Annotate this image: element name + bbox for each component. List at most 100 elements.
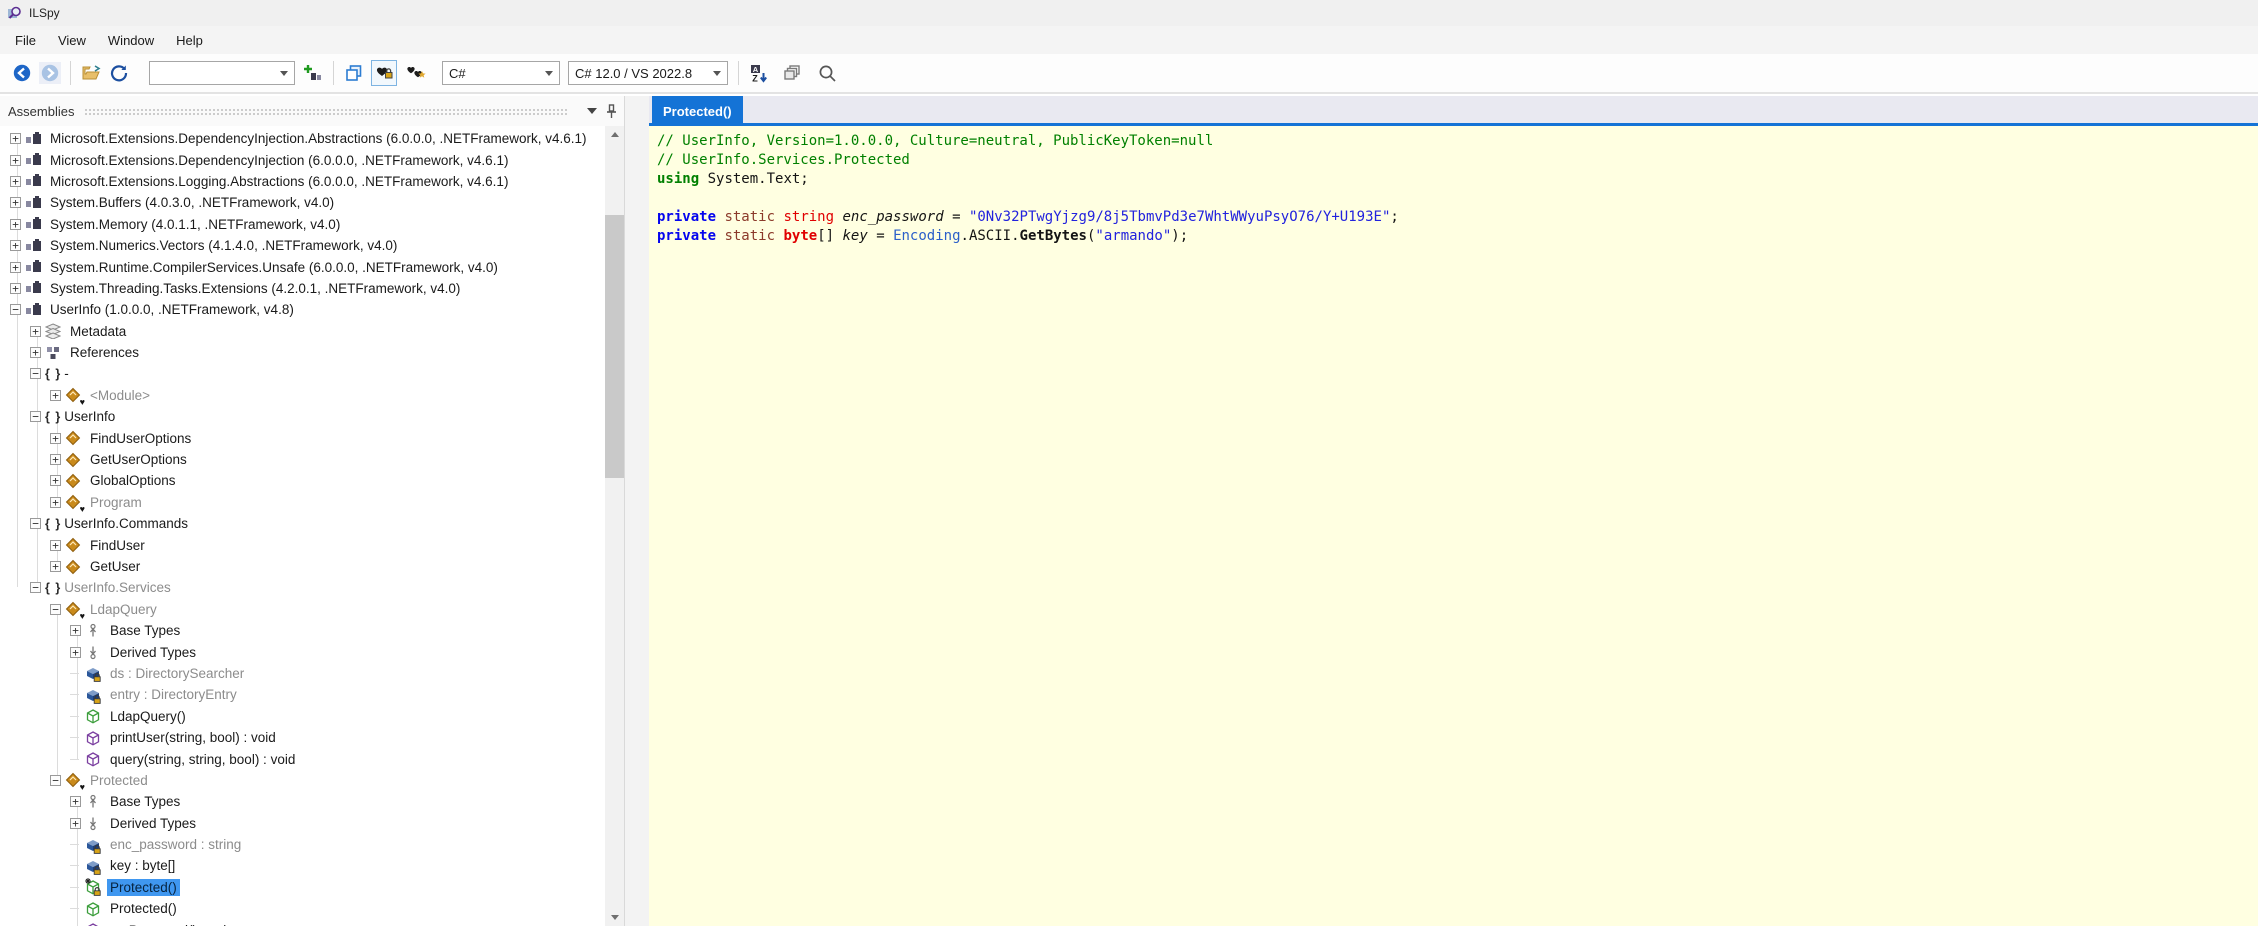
- class-internal-icon: ♥: [65, 601, 82, 617]
- expand-icon[interactable]: +: [70, 647, 81, 658]
- tree-item[interactable]: key : byte[]: [0, 855, 604, 876]
- tree-item[interactable]: + System.Memory (4.0.1.1, .NETFramework, …: [0, 214, 604, 235]
- tree-item[interactable]: +Derived Types: [0, 813, 604, 834]
- window-layout-button[interactable]: [343, 62, 365, 84]
- pin-icon[interactable]: [605, 104, 618, 119]
- tree-item[interactable]: +Microsoft.Extensions.DependencyInjectio…: [0, 149, 604, 170]
- tree-item[interactable]: query(string, string, bool) : void: [0, 748, 604, 769]
- field-private-icon: [85, 687, 102, 703]
- tree-item[interactable]: +Derived Types: [0, 641, 604, 662]
- scroll-up-arrow[interactable]: [605, 126, 624, 143]
- tree-item[interactable]: +Metadata: [0, 321, 604, 342]
- assembly-list-combobox[interactable]: [149, 61, 295, 85]
- tree-item[interactable]: +System.Runtime.CompilerServices.Unsafe …: [0, 256, 604, 277]
- tree-item[interactable]: +GetUser: [0, 556, 604, 577]
- back-button[interactable]: [11, 62, 33, 84]
- windows-stack-icon: [783, 64, 801, 82]
- expand-icon[interactable]: +: [10, 133, 21, 144]
- tree-item[interactable]: printUser(string, bool) : void: [0, 727, 604, 748]
- tree-item[interactable]: +GetUserOptions: [0, 449, 604, 470]
- collapse-icon[interactable]: −: [50, 604, 61, 615]
- expand-icon[interactable]: +: [10, 262, 21, 273]
- menu-view[interactable]: View: [47, 29, 97, 52]
- refresh-button[interactable]: [108, 62, 130, 84]
- expand-icon[interactable]: +: [10, 283, 21, 294]
- sort-assemblies-button[interactable]: [302, 62, 324, 84]
- tree-item[interactable]: −♥LdapQuery: [0, 599, 604, 620]
- tree-item[interactable]: enc_password : string: [0, 834, 604, 855]
- tree-item[interactable]: LdapQuery(): [0, 706, 604, 727]
- tree-item[interactable]: +♥<Module>: [0, 385, 604, 406]
- tree-item[interactable]: −{ }-: [0, 363, 604, 384]
- expand-icon[interactable]: +: [10, 197, 21, 208]
- menu-window[interactable]: Window: [97, 29, 165, 52]
- panel-menu-chevron-icon[interactable]: [587, 108, 597, 114]
- menu-file[interactable]: File: [4, 29, 47, 52]
- tree-connector: [70, 908, 81, 909]
- tree-item[interactable]: +GlobalOptions: [0, 470, 604, 491]
- menu-help[interactable]: Help: [165, 29, 214, 52]
- tree-item[interactable]: entry : DirectoryEntry: [0, 684, 604, 705]
- tree-item[interactable]: −♥Protected: [0, 770, 604, 791]
- tree-item[interactable]: Protected(): [0, 898, 604, 919]
- expand-icon[interactable]: +: [10, 176, 21, 187]
- expand-icon[interactable]: +: [50, 390, 61, 401]
- expand-icon[interactable]: +: [50, 540, 61, 551]
- collapse-icon[interactable]: −: [30, 582, 41, 593]
- decompiled-code-view[interactable]: // UserInfo, Version=1.0.0.0, Culture=ne…: [649, 126, 2258, 926]
- expand-icon[interactable]: +: [10, 219, 21, 230]
- expand-icon[interactable]: +: [70, 818, 81, 829]
- tree-item-label: System.Memory (4.0.1.1, .NETFramework, v…: [47, 216, 343, 233]
- scroll-down-arrow[interactable]: [605, 909, 624, 926]
- tree-item[interactable]: +System.Buffers (4.0.3.0, .NETFramework,…: [0, 192, 604, 213]
- panel-splitter[interactable]: [625, 96, 649, 926]
- expand-icon[interactable]: +: [10, 155, 21, 166]
- sort-alpha-button[interactable]: A Z: [748, 62, 770, 84]
- assemblies-panel-header[interactable]: Assemblies: [0, 96, 624, 126]
- expand-icon[interactable]: +: [50, 475, 61, 486]
- expand-icon[interactable]: +: [30, 326, 41, 337]
- tree-item[interactable]: +FindUser: [0, 534, 604, 555]
- expand-icon[interactable]: +: [10, 240, 21, 251]
- tree-item[interactable]: +System.Numerics.Vectors (4.1.4.0, .NETF…: [0, 235, 604, 256]
- assemblies-tree[interactable]: +Microsoft.Extensions.DependencyInjectio…: [0, 126, 624, 926]
- show-internal-api-toggle[interactable]: [371, 60, 397, 86]
- tree-item[interactable]: +Microsoft.Extensions.DependencyInjectio…: [0, 128, 604, 149]
- expand-icon[interactable]: +: [70, 796, 81, 807]
- tree-scrollbar[interactable]: [605, 126, 624, 926]
- language-version-combobox[interactable]: C# 12.0 / VS 2022.8: [568, 61, 728, 85]
- tree-item[interactable]: ds : DirectorySearcher: [0, 663, 604, 684]
- open-file-button[interactable]: [80, 62, 102, 84]
- tree-item[interactable]: −{ }UserInfo.Commands: [0, 513, 604, 534]
- language-combobox[interactable]: C#: [442, 61, 560, 85]
- tree-item[interactable]: +References: [0, 342, 604, 363]
- expand-icon[interactable]: +: [50, 497, 61, 508]
- tab-protected[interactable]: Protected(): [652, 96, 743, 126]
- tree-item[interactable]: −{ }UserInfo.Services: [0, 577, 604, 598]
- collapse-icon[interactable]: −: [50, 775, 61, 786]
- collapse-windows-button[interactable]: [781, 62, 803, 84]
- tree-item[interactable]: −{ }UserInfo: [0, 406, 604, 427]
- collapse-icon[interactable]: −: [10, 304, 21, 315]
- tree-item[interactable]: −UserInfo (1.0.0.0, .NETFramework, v4.8): [0, 299, 604, 320]
- tree-item[interactable]: Protected(): [0, 877, 604, 898]
- tree-item[interactable]: +Base Types: [0, 620, 604, 641]
- tree-item[interactable]: +FindUserOptions: [0, 427, 604, 448]
- tree-item[interactable]: getPassword() : string: [0, 919, 604, 926]
- expand-icon[interactable]: +: [50, 561, 61, 572]
- tree-item[interactable]: +System.Threading.Tasks.Extensions (4.2.…: [0, 278, 604, 299]
- tree-item[interactable]: +Microsoft.Extensions.Logging.Abstractio…: [0, 171, 604, 192]
- tree-item[interactable]: +♥Program: [0, 492, 604, 513]
- expand-icon[interactable]: +: [50, 454, 61, 465]
- tree-item[interactable]: +Base Types: [0, 791, 604, 812]
- show-all-api-button[interactable]: [403, 62, 429, 84]
- expand-icon[interactable]: +: [30, 347, 41, 358]
- collapse-icon[interactable]: −: [30, 411, 41, 422]
- scrollbar-thumb[interactable]: [605, 215, 624, 478]
- collapse-icon[interactable]: −: [30, 368, 41, 379]
- expand-icon[interactable]: +: [50, 433, 61, 444]
- expand-icon[interactable]: +: [70, 625, 81, 636]
- forward-button[interactable]: [39, 62, 61, 84]
- collapse-icon[interactable]: −: [30, 518, 41, 529]
- search-button[interactable]: [816, 62, 838, 84]
